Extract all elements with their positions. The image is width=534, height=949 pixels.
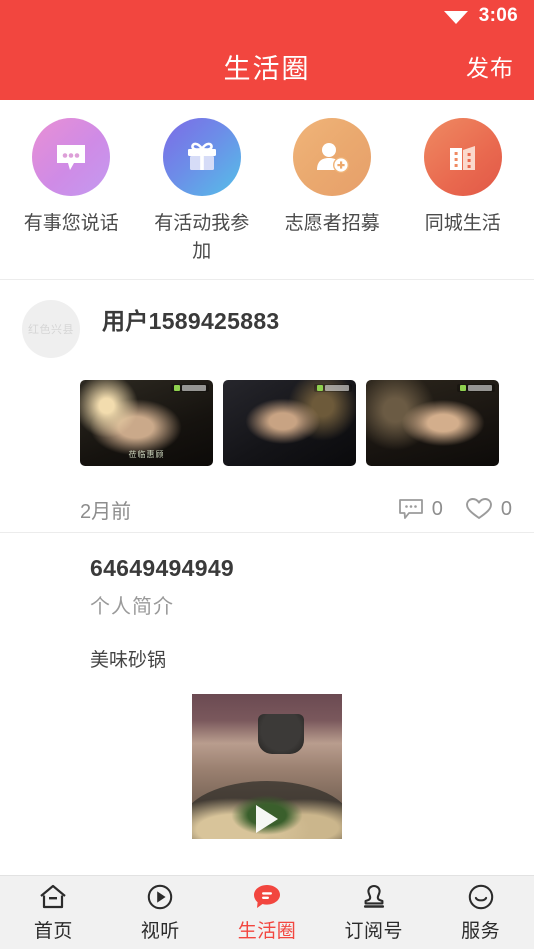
comment-icon (398, 499, 423, 519)
category-item-activity[interactable]: 有活动我参加 (137, 118, 268, 265)
feed-scroll-area[interactable]: 有事您说话 有活动我参加 志愿者招募 同城生活 红色兴县 用户158942588… (0, 100, 534, 875)
category-icon-circle (293, 118, 372, 196)
category-label: 同城生活 (424, 213, 501, 234)
video-scene-pot (258, 714, 304, 755)
bottom-navigation: 首页 视听 生活圈 订阅号 服务 (0, 875, 534, 949)
chat-bubble-icon (57, 145, 86, 170)
page-title: 生活圈 (223, 53, 311, 84)
watermark-text-bar (325, 385, 349, 392)
avatar[interactable]: 红色兴县 (22, 300, 80, 359)
app-screen: 3:06 生活圈 发布 有事您说话 有活动我参加 志愿者招募 同城生活 红色兴县… (0, 0, 534, 949)
post-video[interactable] (192, 694, 342, 840)
post-timestamp: 2月前 (80, 500, 132, 523)
post-header: 64649494949 个人简介 (0, 553, 534, 619)
category-shortcuts: 有事您说话 有活动我参加 志愿者招募 同城生活 (0, 100, 534, 271)
category-icon-circle (423, 118, 502, 196)
tab-label: 服务 (461, 920, 501, 942)
category-item-talk[interactable]: 有事您说话 (6, 118, 137, 265)
play-circle-icon (147, 884, 173, 909)
person-add-icon (317, 143, 350, 173)
watermark-dot-icon (174, 385, 180, 392)
post-header-text: 64649494949 个人简介 (90, 553, 234, 619)
category-icon-circle (162, 118, 241, 196)
watermark-dot-icon (460, 385, 466, 392)
thumbnail-caption: 莅临惠顾 (128, 450, 165, 460)
like-action[interactable]: 0 (465, 497, 512, 521)
tab-subscription[interactable]: 订阅号 (320, 883, 427, 943)
post-actions: 0 0 (398, 497, 512, 521)
home-icon (40, 884, 67, 908)
post-username[interactable]: 用户1589425883 (102, 302, 280, 336)
status-bar-clock: 3:06 (478, 5, 518, 26)
feed-post[interactable]: 64649494949 个人简介 美味砂锅 (0, 533, 534, 840)
post-thumbnail[interactable] (366, 380, 499, 467)
like-count: 0 (500, 497, 512, 520)
tab-label: 视听 (140, 920, 180, 942)
app-header: 生活圈 发布 (0, 32, 534, 100)
feed-post[interactable]: 红色兴县 用户1589425883 莅临惠顾 2月前 0 0 (0, 280, 534, 532)
category-label: 有活动我参加 (154, 213, 250, 262)
watermark-badge (457, 384, 495, 393)
gift-icon (187, 142, 216, 170)
tab-label: 生活圈 (237, 920, 297, 942)
tab-label: 首页 (33, 920, 73, 942)
post-thumbnail-grid: 莅临惠顾 (58, 380, 534, 467)
post-meta-row: 2月前 0 0 (58, 486, 534, 532)
post-thumbnail[interactable] (223, 380, 356, 467)
wifi-icon (443, 11, 468, 24)
watermark-text-bar (182, 385, 206, 392)
watermark-badge (171, 384, 209, 393)
smiley-icon (468, 884, 493, 909)
status-bar: 3:06 (0, 0, 534, 32)
watermark-text-bar (468, 385, 492, 392)
stamp-icon (363, 884, 384, 908)
post-header-text: 用户1589425883 (102, 300, 280, 336)
category-item-volunteer[interactable]: 志愿者招募 (267, 118, 398, 265)
post-header: 红色兴县 用户1589425883 (0, 300, 534, 359)
post-subtitle: 个人简介 (90, 596, 174, 619)
tab-life-circle[interactable]: 生活圈 (214, 883, 321, 943)
tab-label: 订阅号 (344, 920, 404, 942)
chat-bubble-filled-icon (253, 884, 280, 908)
avatar-watermark: 红色兴县 (28, 324, 74, 337)
publish-button[interactable]: 发布 (466, 49, 514, 83)
post-thumbnail[interactable]: 莅临惠顾 (80, 380, 213, 467)
tab-home[interactable]: 首页 (0, 883, 107, 943)
post-body-text: 美味砂锅 (90, 650, 167, 672)
comment-action[interactable]: 0 (398, 498, 443, 521)
tab-service[interactable]: 服务 (427, 883, 534, 943)
post-video-wrap (0, 694, 534, 840)
watermark-dot-icon (317, 385, 323, 392)
play-icon[interactable] (256, 805, 278, 834)
comment-count: 0 (431, 497, 443, 520)
building-icon (449, 146, 475, 170)
category-label: 志愿者招募 (284, 213, 380, 234)
post-username[interactable]: 64649494949 (90, 555, 234, 582)
watermark-badge (314, 384, 352, 393)
category-icon-circle (32, 118, 111, 196)
heart-icon (465, 498, 492, 520)
category-label: 有事您说话 (23, 213, 119, 234)
category-item-citylife[interactable]: 同城生活 (398, 118, 529, 265)
tab-video[interactable]: 视听 (107, 883, 214, 943)
